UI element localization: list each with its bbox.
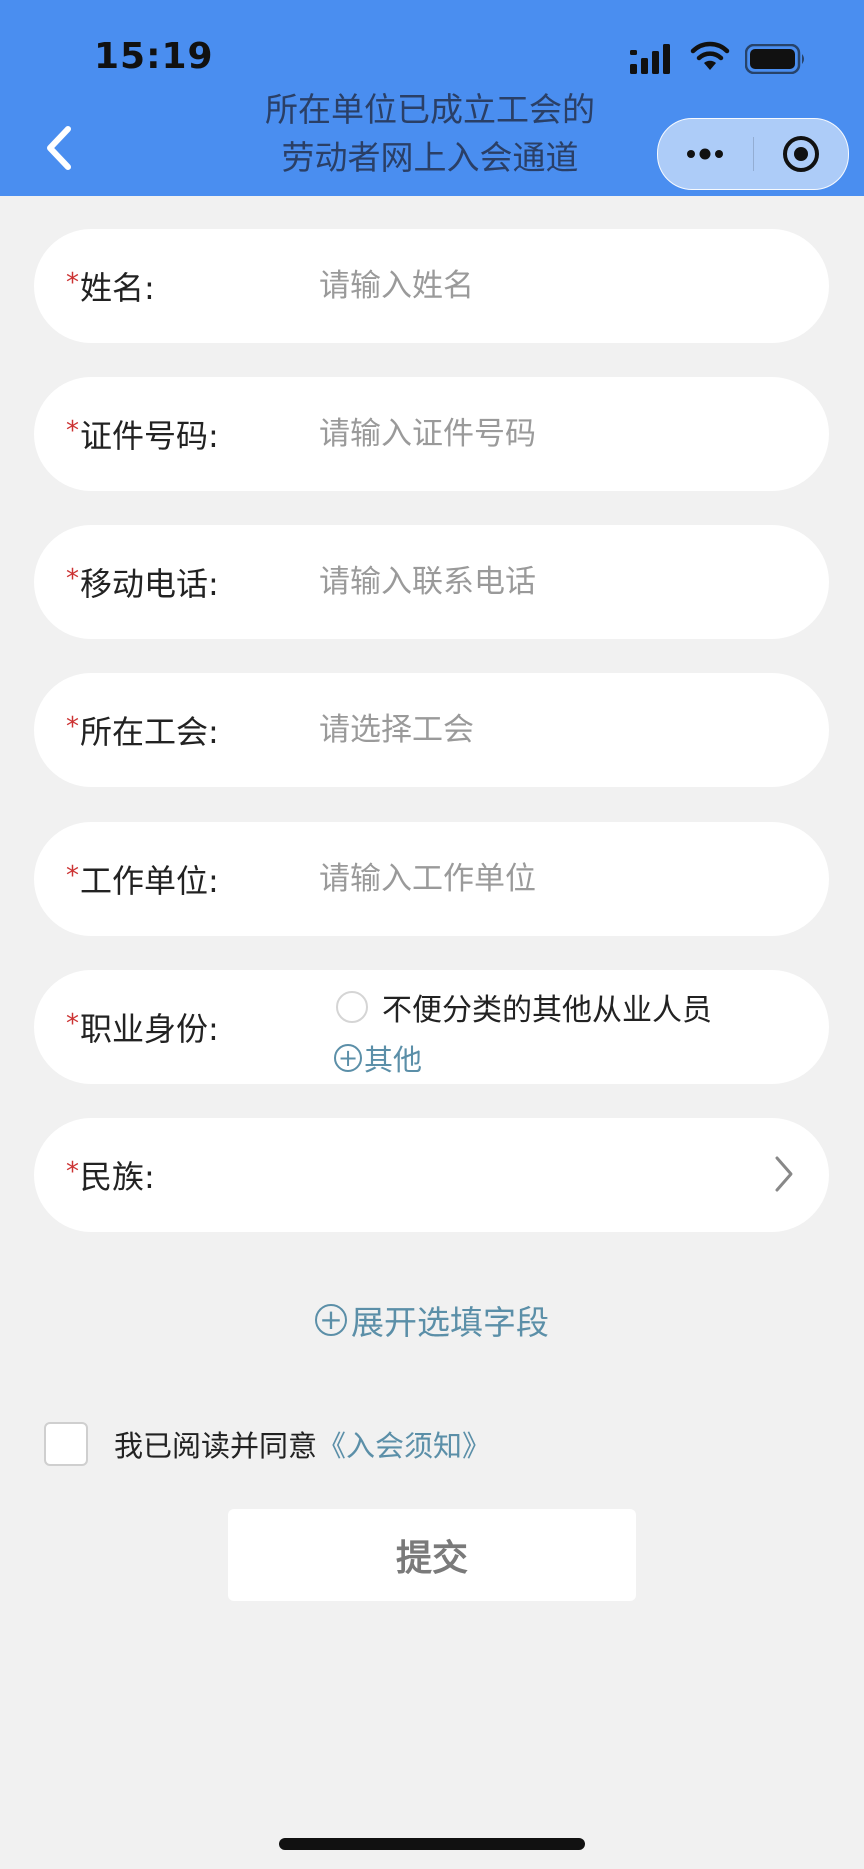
mobile-label: * 移动电话:: [66, 525, 219, 639]
battery-icon: [744, 43, 807, 78]
page-title: 所在单位已成立工会的 劳动者网上入会通道: [180, 86, 680, 182]
occupation-radio-option[interactable]: 不便分类的其他从业人员: [336, 982, 712, 1032]
expand-optional-fields-label: 展开选填字段: [351, 1303, 549, 1342]
required-mark: *: [66, 712, 79, 742]
target-close-icon: [783, 136, 819, 172]
mobile-input[interactable]: [319, 547, 789, 617]
id-number-label-text: 证件号码:: [80, 417, 219, 455]
agreement-checkbox[interactable]: [44, 1422, 88, 1466]
membership-notice-link[interactable]: 《入会须知》: [317, 1423, 491, 1465]
id-number-input[interactable]: [319, 399, 789, 469]
header: 15:19 所在单位已成立工会的 劳动者网上入会通道: [0, 0, 864, 196]
name-label-text: 姓名:: [80, 269, 155, 307]
occupation-label: * 职业身份:: [66, 970, 219, 1084]
occupation-field-row: * 职业身份: 不便分类的其他从业人员 + 其他: [34, 970, 829, 1084]
required-mark: *: [66, 416, 79, 446]
union-field-row[interactable]: * 所在工会:: [34, 673, 829, 787]
miniprogram-capsule: [657, 118, 849, 190]
union-select[interactable]: [319, 695, 789, 765]
chevron-right-icon: [773, 1154, 795, 1198]
signal-icon: [630, 44, 674, 78]
id-number-field-row: * 证件号码:: [34, 377, 829, 491]
union-label-text: 所在工会:: [80, 713, 219, 751]
agreement-text: 我已阅读并同意 《入会须知》: [114, 1422, 491, 1466]
ethnicity-label-text: 民族:: [80, 1158, 155, 1196]
status-time: 15:19: [94, 36, 214, 77]
status-bar: 15:19: [0, 0, 864, 100]
work-unit-label-text: 工作单位:: [80, 862, 219, 900]
occupation-option-label: 不便分类的其他从业人员: [382, 993, 712, 1028]
ethnicity-field-row[interactable]: * 民族:: [34, 1118, 829, 1232]
page-title-line1: 所在单位已成立工会的: [265, 90, 595, 129]
name-label: * 姓名:: [66, 229, 155, 343]
more-dots-icon: [687, 148, 723, 160]
plus-circle-icon: +: [315, 1304, 347, 1336]
name-field-row: * 姓名:: [34, 229, 829, 343]
close-miniprogram-button[interactable]: [754, 119, 848, 189]
submit-button[interactable]: 提交: [228, 1509, 636, 1601]
occupation-other-button[interactable]: + 其他: [334, 1038, 422, 1078]
id-number-label: * 证件号码:: [66, 377, 219, 491]
required-mark: *: [66, 861, 79, 891]
occupation-other-label: 其他: [364, 1043, 423, 1077]
mobile-field-row: * 移动电话:: [34, 525, 829, 639]
mobile-label-text: 移动电话:: [80, 565, 219, 603]
work-unit-input[interactable]: [319, 844, 789, 914]
agreement-label: 我已阅读并同意: [114, 1429, 318, 1463]
radio-circle-icon[interactable]: [336, 991, 368, 1023]
work-unit-label: * 工作单位:: [66, 822, 219, 936]
required-mark: *: [66, 268, 79, 298]
wifi-icon: [690, 40, 730, 76]
union-label: * 所在工会:: [66, 673, 219, 787]
required-mark: *: [66, 1009, 79, 1039]
home-indicator: [279, 1838, 585, 1850]
required-mark: *: [66, 564, 79, 594]
page-title-line2: 劳动者网上入会通道: [281, 138, 579, 177]
more-button[interactable]: [658, 119, 752, 189]
ethnicity-label: * 民族:: [66, 1118, 155, 1232]
chevron-left-icon: [47, 126, 71, 170]
name-input[interactable]: [319, 251, 789, 321]
required-mark: *: [66, 1157, 79, 1187]
plus-circle-icon: +: [334, 1044, 362, 1072]
work-unit-field-row: * 工作单位:: [34, 822, 829, 936]
expand-optional-fields-button[interactable]: + 展开选填字段: [0, 1295, 864, 1345]
occupation-label-text: 职业身份:: [80, 1010, 219, 1048]
back-button[interactable]: [34, 118, 84, 178]
